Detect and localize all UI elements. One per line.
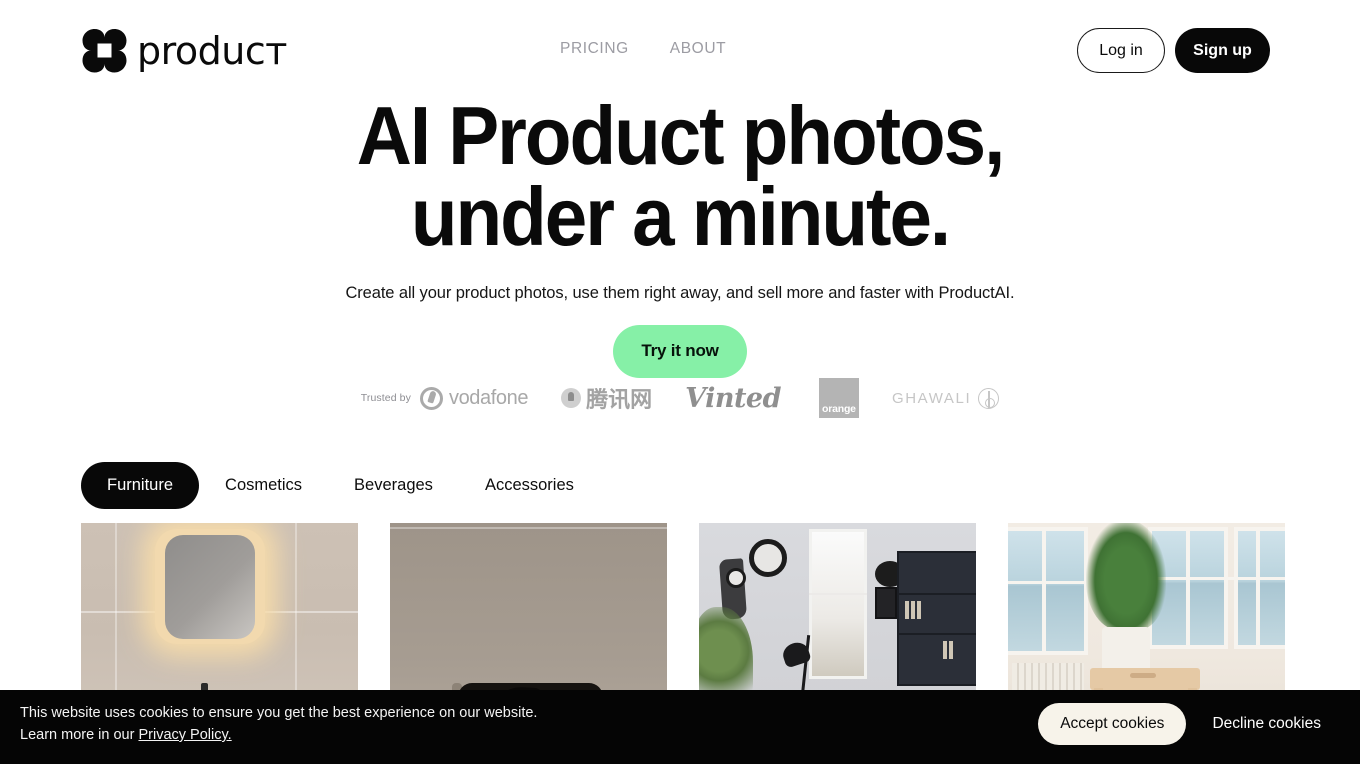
hero-cta-wrap: Try it now bbox=[0, 324, 1360, 378]
cookie-message: This website uses cookies to ensure you … bbox=[20, 702, 537, 746]
orange-label: orange bbox=[821, 403, 856, 415]
decline-cookies-button[interactable]: Decline cookies bbox=[1212, 715, 1321, 733]
hero-section: AI Product photos, under a minute. Creat… bbox=[0, 89, 1360, 378]
primary-nav: PRICING ABOUT bbox=[560, 40, 726, 58]
tencent-logo: 腾讯网 bbox=[561, 382, 652, 414]
trusted-by-label: Trusted by bbox=[360, 392, 411, 404]
cookie-banner: This website uses cookies to ensure you … bbox=[0, 690, 1360, 764]
nav-item-pricing[interactable]: PRICING bbox=[560, 40, 629, 58]
vinted-logo: Vinted bbox=[685, 382, 781, 414]
ghawali-label: GHAWALI bbox=[891, 389, 972, 407]
try-it-now-button[interactable]: Try it now bbox=[613, 324, 747, 378]
vodafone-logo: vodafone bbox=[419, 386, 529, 410]
brand-logo[interactable]: producт bbox=[81, 28, 287, 74]
vodafone-label: vodafone bbox=[448, 386, 529, 409]
cookie-actions: Accept cookies Decline cookies bbox=[1038, 703, 1321, 745]
sign-up-button[interactable]: Sign up bbox=[1175, 28, 1270, 73]
tab-cosmetics[interactable]: Cosmetics bbox=[199, 462, 328, 509]
tencent-icon bbox=[561, 388, 582, 408]
ghawali-logo: GHAWALI bbox=[891, 387, 1000, 409]
category-tabs: Furniture Cosmetics Beverages Accessorie… bbox=[81, 462, 600, 509]
auth-actions: Log in Sign up bbox=[1077, 28, 1270, 73]
tencent-label: 腾讯网 bbox=[586, 388, 653, 413]
trusted-by-row: Trusted by vodafone 腾讯网 Vinted orange GH… bbox=[0, 378, 1360, 418]
page-title: AI Product photos, under a minute. bbox=[356, 89, 1006, 264]
privacy-policy-link[interactable]: Privacy Policy. bbox=[138, 727, 231, 743]
ghawali-icon bbox=[978, 387, 1000, 409]
tab-beverages[interactable]: Beverages bbox=[328, 462, 459, 509]
vodafone-icon bbox=[419, 386, 443, 410]
nav-item-about[interactable]: ABOUT bbox=[670, 40, 726, 58]
orange-logo: orange bbox=[818, 378, 859, 418]
cookie-line-2-prefix: Learn more in our bbox=[20, 727, 139, 743]
hero-subheadline: Create all your product photos, use them… bbox=[345, 283, 1015, 302]
tab-accessories[interactable]: Accessories bbox=[459, 462, 600, 509]
clover-logo-icon bbox=[81, 28, 128, 74]
cookie-line-1: This website uses cookies to ensure you … bbox=[20, 705, 538, 721]
log-in-button[interactable]: Log in bbox=[1077, 28, 1165, 73]
brand-name: producт bbox=[137, 29, 287, 73]
cookie-line-2: Learn more in our Privacy Policy. bbox=[20, 724, 537, 746]
site-header: producт PRICING ABOUT Log in Sign up bbox=[0, 0, 1360, 100]
accept-cookies-button[interactable]: Accept cookies bbox=[1038, 703, 1187, 745]
tab-furniture[interactable]: Furniture bbox=[81, 462, 200, 509]
